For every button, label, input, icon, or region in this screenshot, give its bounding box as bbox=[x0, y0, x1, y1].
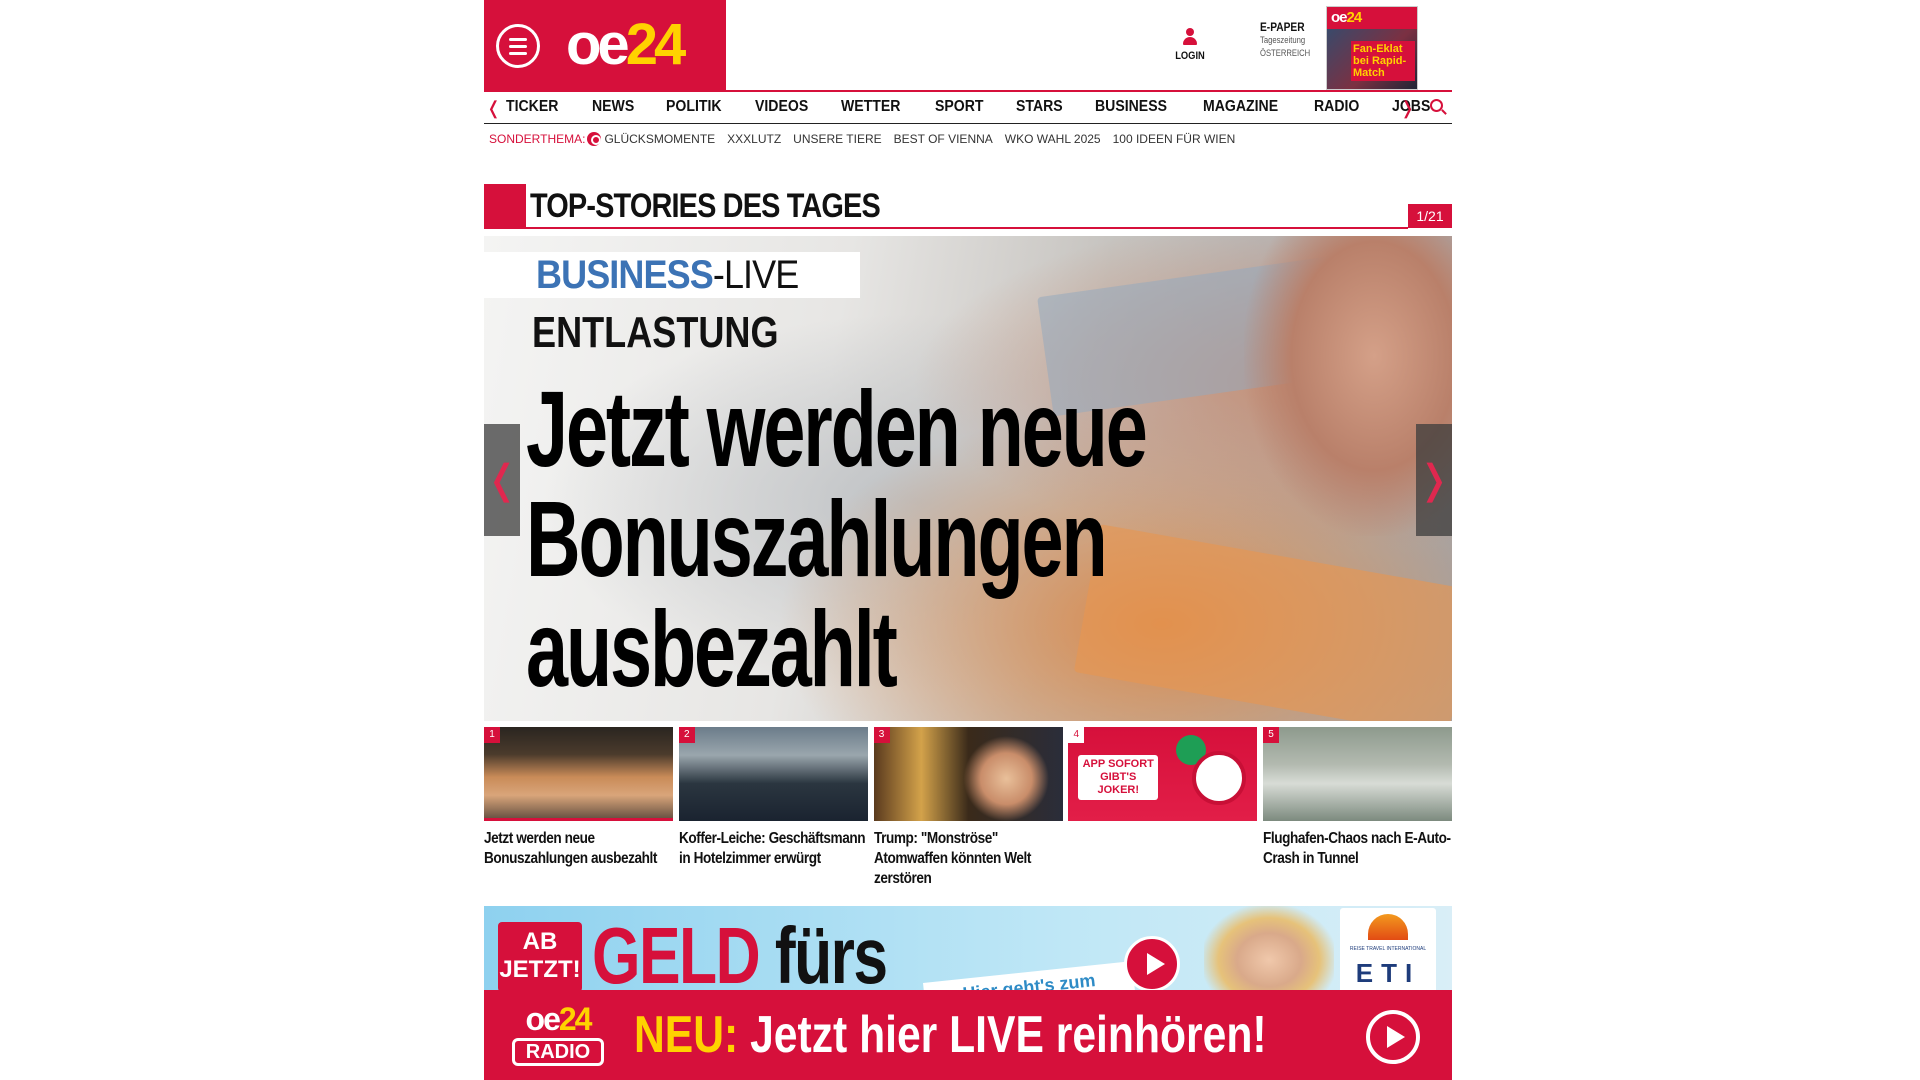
business-live-badge: BUSINESS-LIVE bbox=[484, 252, 860, 298]
slider-next-icon[interactable]: ❭ bbox=[1416, 424, 1452, 536]
section-accent bbox=[484, 184, 526, 229]
story-thumbnails: 1 Jetzt werden neue Bonuszahlungen ausbe… bbox=[484, 727, 1452, 897]
radio-play-icon[interactable] bbox=[1366, 1010, 1420, 1064]
nav-item-business[interactable]: BUSINESS bbox=[1095, 98, 1167, 116]
ad-person-image bbox=[1204, 906, 1334, 996]
thumb-caption: Trump: "Monströse" Atomwaffen könnten We… bbox=[873, 830, 1031, 887]
nav-item-stars[interactable]: STARS bbox=[1016, 98, 1063, 116]
special-topics-bar: SONDERTHEMA: GLÜCKSMOMENTE XXXLUTZ UNSER… bbox=[484, 128, 1452, 150]
radio-logo: oe24 RADIO bbox=[512, 1002, 604, 1068]
topic-wko-wahl[interactable]: WKO WAHL 2025 bbox=[1005, 132, 1101, 146]
thumb-ad-4[interactable]: 4 APP SOFORT GIBT'S JOKER! bbox=[1068, 727, 1258, 897]
thumb-caption: Koffer-Leiche: Geschäftsmann in Hotelzim… bbox=[678, 830, 866, 867]
epaper-cover-logo: oe24 bbox=[1331, 9, 1362, 26]
slider-prev-icon[interactable]: ❬ bbox=[484, 424, 520, 536]
thumb-image: 1 bbox=[484, 727, 673, 821]
nav-prev-arrow-icon[interactable]: ❬ bbox=[486, 98, 501, 119]
hero-headline[interactable]: Jetzt werden neue Bonuszahlungen ausbeza… bbox=[526, 374, 1148, 704]
thumb-image: 2 bbox=[678, 727, 868, 821]
epaper-cover-image[interactable]: oe24 Fan-Eklat bei Rapid-Match bbox=[1326, 6, 1418, 90]
nav-item-radio[interactable]: RADIO bbox=[1314, 98, 1359, 116]
thumb-story-1[interactable]: 1 Jetzt werden neue Bonuszahlungen ausbe… bbox=[484, 727, 673, 897]
nav-item-videos[interactable]: VIDEOS bbox=[755, 98, 808, 116]
topic-gluecksmomente[interactable]: GLÜCKSMOMENTE bbox=[604, 132, 715, 146]
thumb-ad-text: APP SOFORT GIBT'S JOKER! bbox=[1078, 755, 1159, 800]
ad-headline: GELD fürs bbox=[592, 911, 888, 1000]
thumb-image: 5 bbox=[1263, 727, 1452, 821]
nav-item-wetter[interactable]: WETTER bbox=[841, 98, 900, 116]
thumb-ad-image: 4 APP SOFORT GIBT'S JOKER! bbox=[1068, 727, 1258, 821]
topic-xxxlutz[interactable]: XXXLUTZ bbox=[727, 132, 781, 146]
ad-play-icon[interactable] bbox=[1124, 936, 1180, 992]
menu-icon[interactable] bbox=[496, 24, 540, 68]
section-underline bbox=[526, 227, 1408, 229]
topic-best-of-vienna[interactable]: BEST OF VIENNA bbox=[894, 132, 993, 146]
nav-item-ticker[interactable]: TICKER bbox=[506, 98, 558, 116]
advertisement-banner[interactable]: AB JETZT! GELD fürs Hier geht's zum REIS… bbox=[484, 906, 1452, 1080]
main-nav: ❬ TICKER NEWS POLITIK VIDEOS WETTER SPOR… bbox=[484, 90, 1452, 124]
epaper-cover-headline: Fan-Eklat bei Rapid-Match bbox=[1351, 41, 1415, 81]
thumb-story-5[interactable]: 5 Flughafen-Chaos nach E-Auto-Crash in T… bbox=[1263, 727, 1452, 897]
thumb-story-3[interactable]: 3 Trump: "Monströse" Atomwaffen könnten … bbox=[873, 727, 1063, 897]
special-topic-icon bbox=[587, 132, 602, 146]
epaper-region: ÖSTERREICH bbox=[1260, 48, 1311, 58]
nav-next-arrow-icon[interactable]: ❭ bbox=[1400, 98, 1415, 119]
user-icon bbox=[1183, 28, 1197, 46]
thumb-caption: Flughafen-Chaos nach E-Auto-Crash in Tun… bbox=[1263, 830, 1451, 867]
thumb-story-2[interactable]: 2 Koffer-Leiche: Geschäftsmann in Hotelz… bbox=[678, 727, 868, 897]
slide-counter: 1/21 bbox=[1408, 204, 1452, 228]
top-stories-header: TOP-STORIES DES TAGES 1/21 bbox=[484, 184, 1452, 229]
thumb-caption: Jetzt werden neue Bonuszahlungen ausbeza… bbox=[484, 830, 657, 867]
epaper-subtitle: Tageszeitung bbox=[1260, 35, 1306, 45]
hero-story[interactable]: BUSINESS-LIVE ENTLASTUNG Jetzt werden ne… bbox=[484, 236, 1452, 721]
site-header: oe24 LOGIN E-PAPER Tageszeitung ÖSTERREI… bbox=[484, 0, 1452, 92]
alarm-clock-icon bbox=[1192, 751, 1247, 805]
login-button[interactable]: LOGIN bbox=[1162, 28, 1218, 62]
topic-unsere-tiere[interactable]: UNSERE TIERE bbox=[793, 132, 881, 146]
nav-item-magazine[interactable]: MAGAZINE bbox=[1203, 98, 1278, 116]
radio-live-bar[interactable]: oe24 RADIO NEU: Jetzt hier LIVE reinhöre… bbox=[484, 990, 1452, 1080]
nav-item-sport[interactable]: SPORT bbox=[935, 98, 984, 116]
logo-wordmark: oe24 bbox=[566, 12, 686, 77]
thumb-image: 3 bbox=[873, 727, 1063, 821]
special-topics-label: SONDERTHEMA: bbox=[489, 132, 586, 146]
brand-logo[interactable]: oe24 bbox=[484, 0, 726, 90]
radio-live-text: NEU: Jetzt hier LIVE reinhören! bbox=[634, 1006, 1267, 1064]
epaper-title: E-PAPER bbox=[1260, 20, 1305, 34]
hero-kicker: ENTLASTUNG bbox=[532, 308, 779, 357]
eti-logo: REISE TRAVEL INTERNATIONAL ETI bbox=[1340, 908, 1436, 994]
epaper-link[interactable]: E-PAPER Tageszeitung ÖSTERREICH bbox=[1260, 20, 1330, 60]
section-title: TOP-STORIES DES TAGES bbox=[530, 187, 881, 225]
search-icon[interactable] bbox=[1430, 99, 1447, 115]
nav-item-politik[interactable]: POLITIK bbox=[666, 98, 722, 116]
ad-badge: AB JETZT! bbox=[498, 922, 582, 992]
login-label: LOGIN bbox=[1175, 50, 1205, 62]
topic-100-ideen[interactable]: 100 IDEEN FÜR WIEN bbox=[1113, 132, 1236, 146]
nav-item-news[interactable]: NEWS bbox=[592, 98, 634, 116]
